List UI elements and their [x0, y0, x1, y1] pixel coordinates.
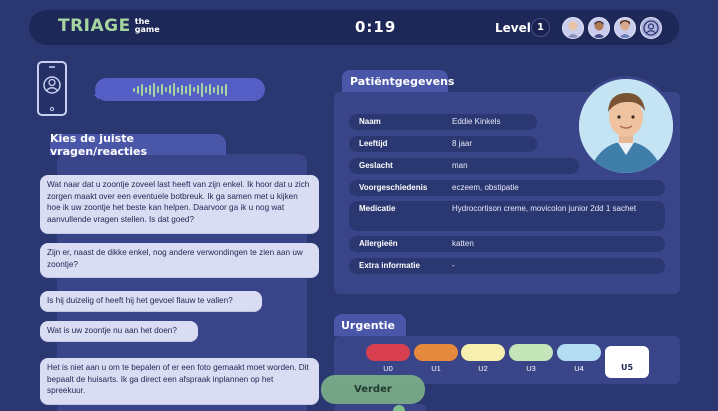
patient-label: Geslacht	[359, 161, 393, 170]
waveform-bar	[181, 84, 183, 95]
waveform-bar	[177, 86, 179, 93]
patient-value: -	[452, 261, 455, 270]
waveform-bar	[213, 86, 215, 93]
question-option-2[interactable]: Zijn er, naast de dikke enkel, nog ander…	[40, 243, 319, 277]
waveform-bar	[149, 84, 151, 95]
patient-label: Naam	[359, 117, 381, 126]
level-label: Level	[495, 21, 531, 35]
patient-value: eczeem, obstipatie	[452, 183, 519, 192]
waveform-bar	[193, 87, 195, 92]
urgency-label: U4	[574, 364, 584, 373]
waveform-bar	[133, 87, 135, 92]
player-avatar-3[interactable]	[614, 17, 636, 39]
questions-title: Kies de juiste vragen/reacties	[50, 132, 226, 158]
waveform-bar	[209, 84, 211, 95]
patient-label: Leeftijd	[359, 139, 388, 148]
patient-label: Voorgeschiedenis	[359, 183, 428, 192]
patient-row-age: Leeftijd 8 jaar	[349, 136, 537, 152]
urgency-option-u3[interactable]	[509, 344, 553, 361]
waveform-bar	[141, 83, 143, 96]
player-avatar-2[interactable]	[588, 17, 610, 39]
patient-label: Allergieën	[359, 239, 398, 248]
waveform-bar	[201, 82, 203, 97]
waveform-bar	[153, 82, 155, 97]
urgency-label: U3	[526, 364, 536, 373]
logo-main-text: TRIAGE	[58, 16, 131, 36]
patient-label: Medicatie	[359, 204, 396, 213]
waveform-bar	[137, 85, 139, 94]
patient-value: Hydrocortison creme, movicolon junior 2d…	[452, 204, 637, 213]
logo: TRIAGE the game	[58, 16, 160, 36]
next-button[interactable]: Verder	[321, 375, 425, 404]
waveform-bar	[173, 83, 175, 96]
logo-sub-text: the game	[134, 17, 160, 34]
question-option-4[interactable]: Wat is uw zoontje nu aan het doen?	[40, 321, 198, 341]
timer: 0:19	[355, 18, 397, 36]
urgency-title: Urgentie	[334, 314, 406, 336]
waveform-bar	[145, 86, 147, 93]
player-avatar-1[interactable]	[562, 17, 584, 39]
urgency-label: U2	[478, 364, 488, 373]
patient-row-extra: Extra informatie -	[349, 258, 665, 274]
level-badge: 1	[531, 18, 550, 37]
question-option-5[interactable]: Het is niet aan u om te bepalen of er ee…	[40, 358, 319, 404]
urgency-label: U0	[383, 364, 393, 373]
urgency-option-u5-selected[interactable]: U5	[605, 346, 649, 378]
urgency-option-u4[interactable]	[557, 344, 601, 361]
waveform-bar	[217, 84, 219, 95]
patient-row-name: Naam Eddie Kinkels	[349, 114, 537, 130]
urgency-option-u1[interactable]	[414, 344, 458, 361]
urgency-option-u2[interactable]	[461, 344, 505, 361]
toggle-indicator	[393, 405, 405, 411]
empty-avatar-slot[interactable]	[640, 17, 662, 39]
patient-label: Extra informatie	[359, 261, 420, 270]
patient-row-allergies: Allergieën katten	[349, 236, 665, 252]
top-bar: TRIAGE the game 0:19 Level 1	[29, 10, 679, 45]
urgency-label: U1	[431, 364, 441, 373]
phone-caller-icon	[37, 61, 67, 116]
bottom-panel-fragment	[334, 404, 426, 411]
waveform-bar	[225, 83, 227, 96]
audio-waveform-icon[interactable]	[94, 78, 265, 101]
waveform-bar	[197, 85, 199, 94]
urgency-option-u0[interactable]	[366, 344, 410, 361]
question-option-1[interactable]: Wat naar dat u zoontje zoveel last heeft…	[40, 175, 319, 233]
waveform-bar	[165, 87, 167, 92]
patient-value: katten	[452, 239, 474, 248]
waveform-bar	[189, 83, 191, 96]
waveform-bar	[169, 85, 171, 94]
patient-row-medication: Medicatie Hydrocortison creme, movicolon…	[349, 201, 665, 231]
waveform-bar	[161, 84, 163, 95]
question-option-3[interactable]: Is hij duizelig of heeft hij het gevoel …	[40, 291, 262, 311]
patient-row-gender: Geslacht man	[349, 158, 579, 174]
waveform-bar	[185, 85, 187, 94]
waveform-bar	[221, 85, 223, 94]
waveform-bar	[157, 86, 159, 93]
patient-photo	[576, 76, 676, 176]
patient-data-title: Patiëntgegevens	[342, 70, 454, 92]
waveform-bar	[205, 86, 207, 93]
patient-row-history: Voorgeschiedenis eczeem, obstipatie	[349, 180, 665, 196]
